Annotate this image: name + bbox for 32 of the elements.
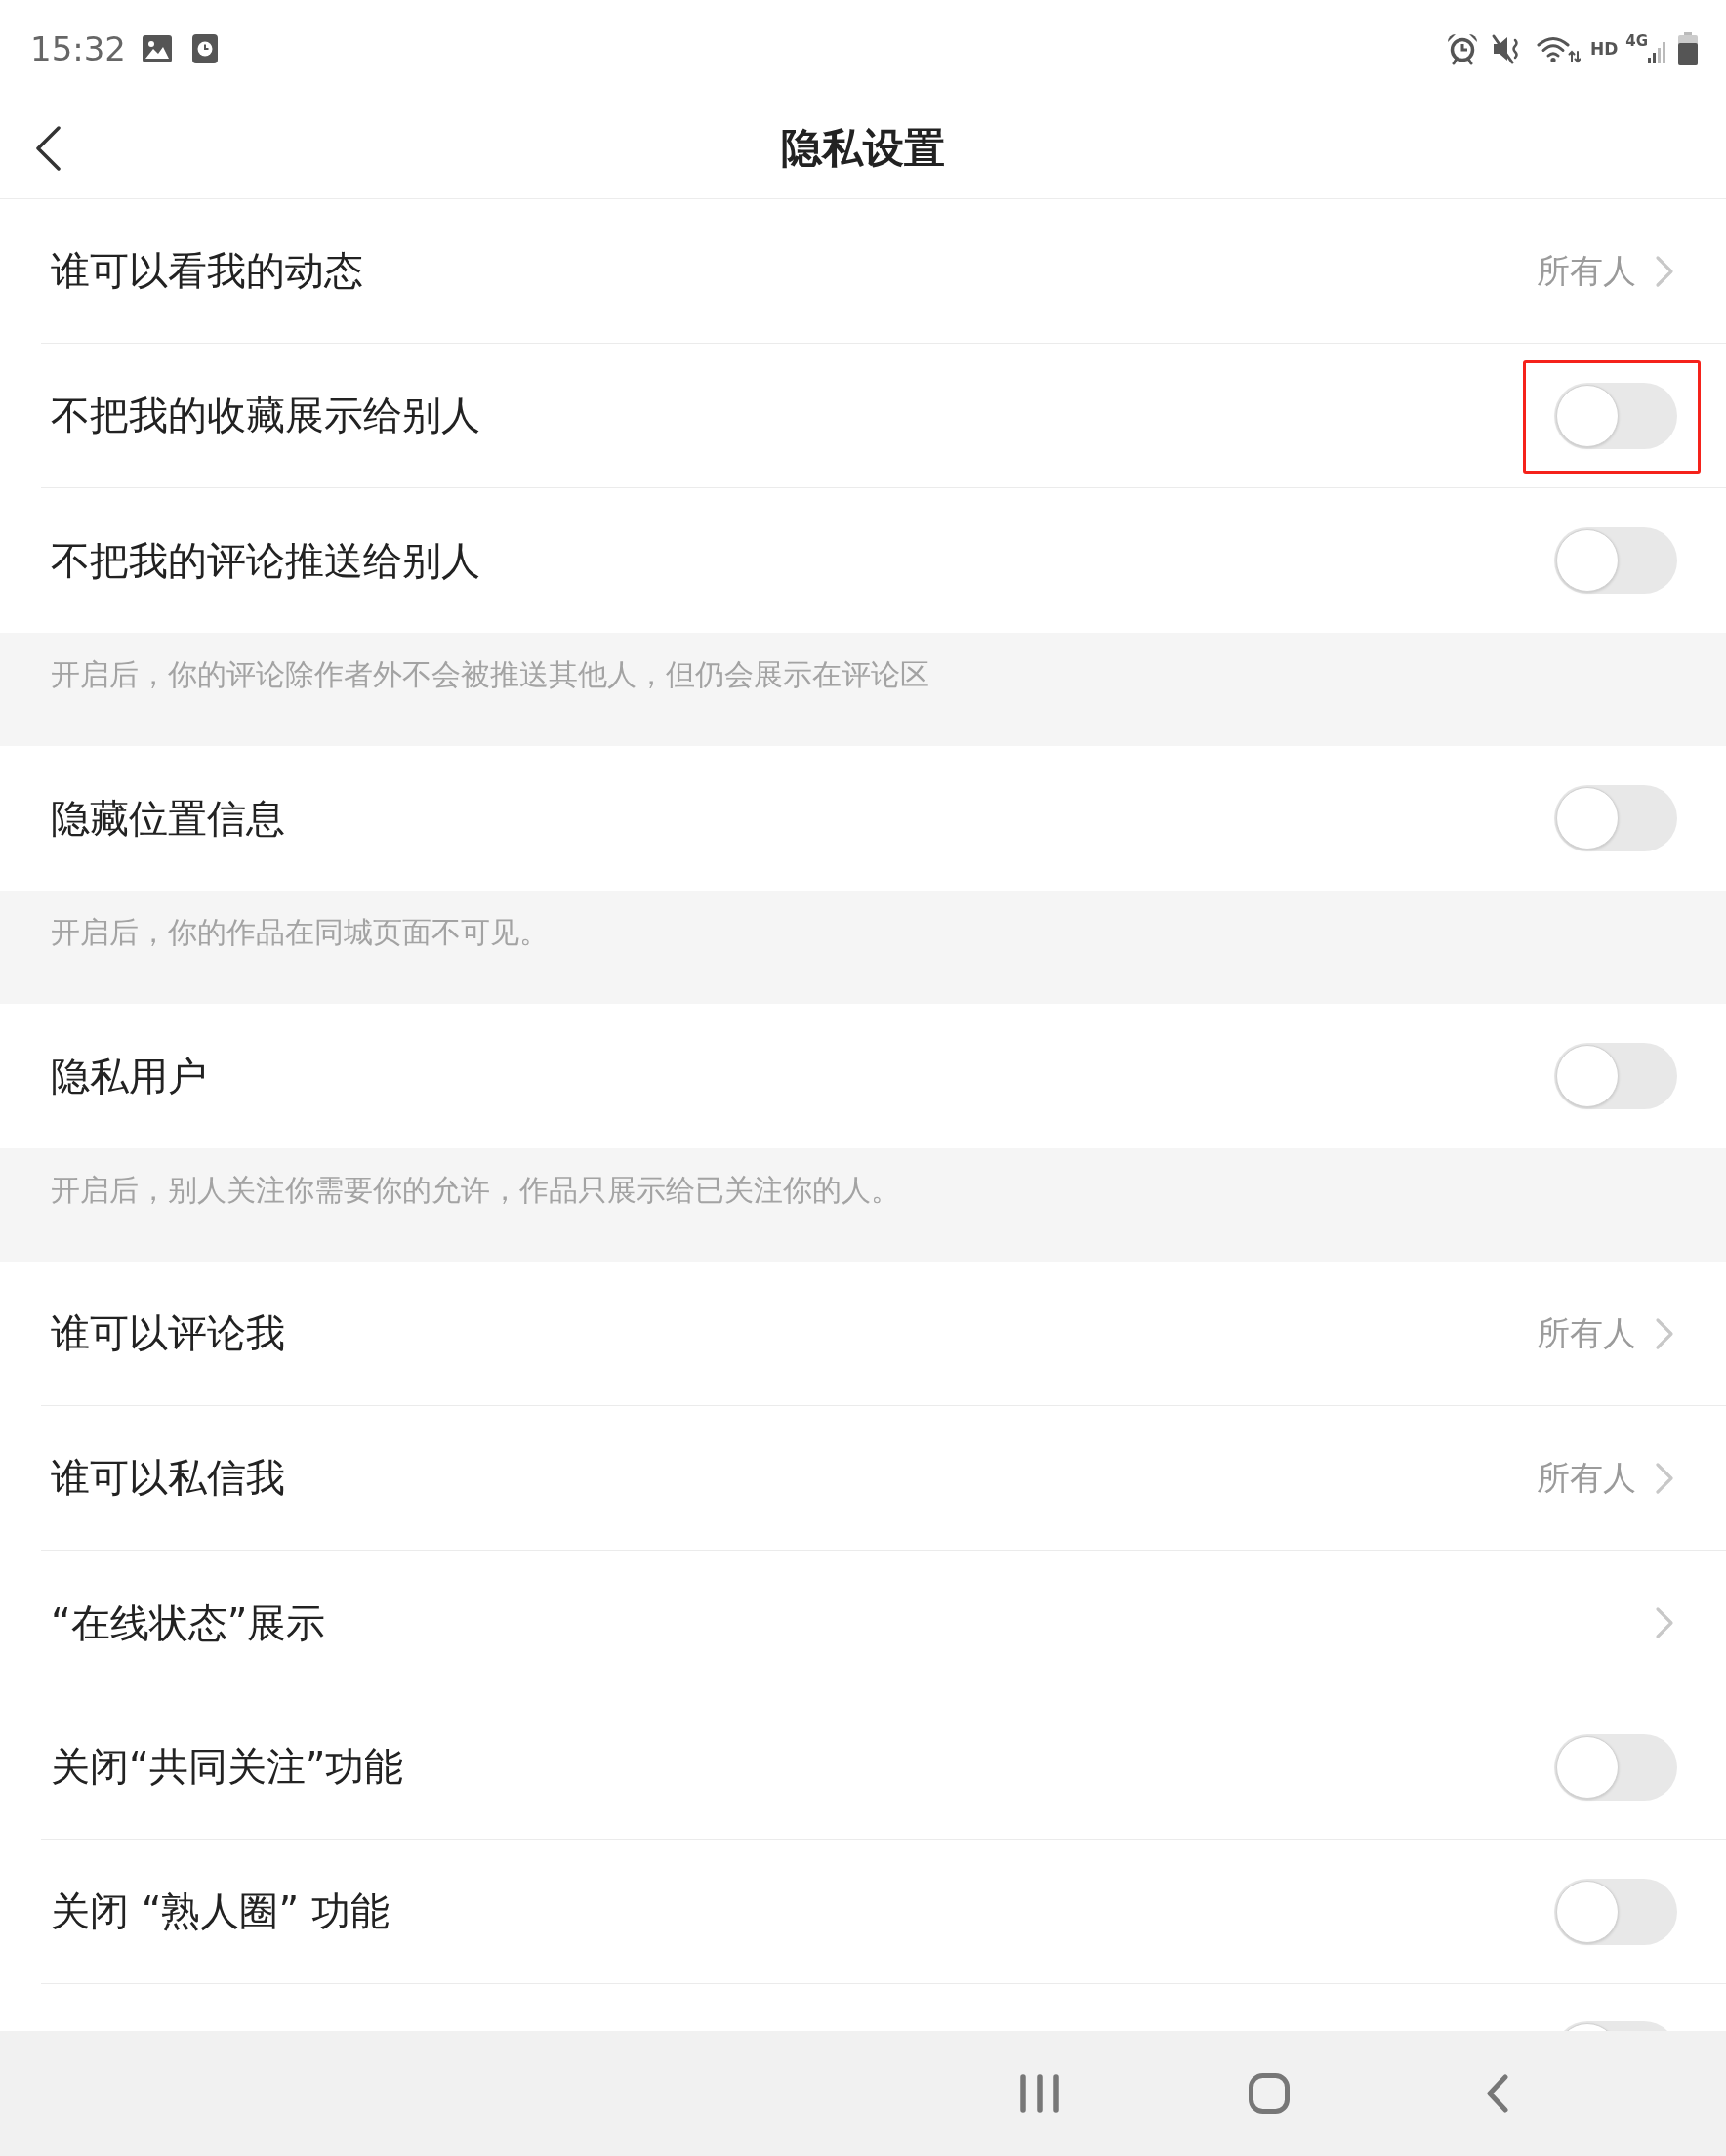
setting-label: 谁可以评论我: [51, 1309, 285, 1357]
setting-label: “在线状态”展示: [51, 1598, 326, 1647]
note-text: 开启后，别人关注你需要你的允许，作品只展示给已关注你的人。: [51, 1173, 900, 1207]
setting-label: 关闭 “熟人圈” 功能: [51, 1887, 390, 1935]
setting-label: 隐私用户: [51, 1052, 207, 1100]
setting-label: 不把我的评论推送给别人: [51, 536, 480, 585]
chevron-right-icon[interactable]: [1655, 1316, 1674, 1350]
setting-label: 谁可以私信我: [51, 1454, 285, 1502]
network-type-text: 4G: [1625, 34, 1648, 49]
chevron-right-icon[interactable]: [1655, 254, 1674, 288]
home-icon[interactable]: [1249, 2073, 1290, 2114]
recent-apps-icon[interactable]: [1020, 2074, 1059, 2113]
setting-value: 所有人: [1537, 1311, 1636, 1354]
chevron-right-icon[interactable]: [1655, 1606, 1674, 1639]
image-icon: [143, 35, 172, 62]
setting-label: 谁可以看我的动态: [51, 247, 363, 295]
note-text: 开启后，你的作品在同城页面不可见。: [51, 915, 549, 949]
clock-icon: [192, 34, 218, 63]
setting-label: 隐藏位置信息: [51, 794, 285, 843]
setting-label: 关闭“共同关注”功能: [51, 1743, 404, 1791]
battery-icon: [1677, 32, 1699, 65]
setting-value: 所有人: [1537, 249, 1636, 292]
alarm-icon: [1445, 32, 1479, 65]
back-icon[interactable]: [34, 125, 62, 171]
setting-value: 所有人: [1537, 1456, 1636, 1499]
signal-icon: [1648, 42, 1665, 63]
note-text: 开启后，你的评论除作者外不会被推送其他人，但仍会展示在评论区: [51, 657, 929, 691]
setting-label: 不把我的收藏展示给别人: [51, 392, 480, 439]
page-title: 隐私设置: [781, 122, 945, 174]
hd-text: HD: [1589, 39, 1619, 59]
chevron-right-icon[interactable]: [1655, 1461, 1674, 1495]
status-time: 15:32: [30, 29, 126, 68]
